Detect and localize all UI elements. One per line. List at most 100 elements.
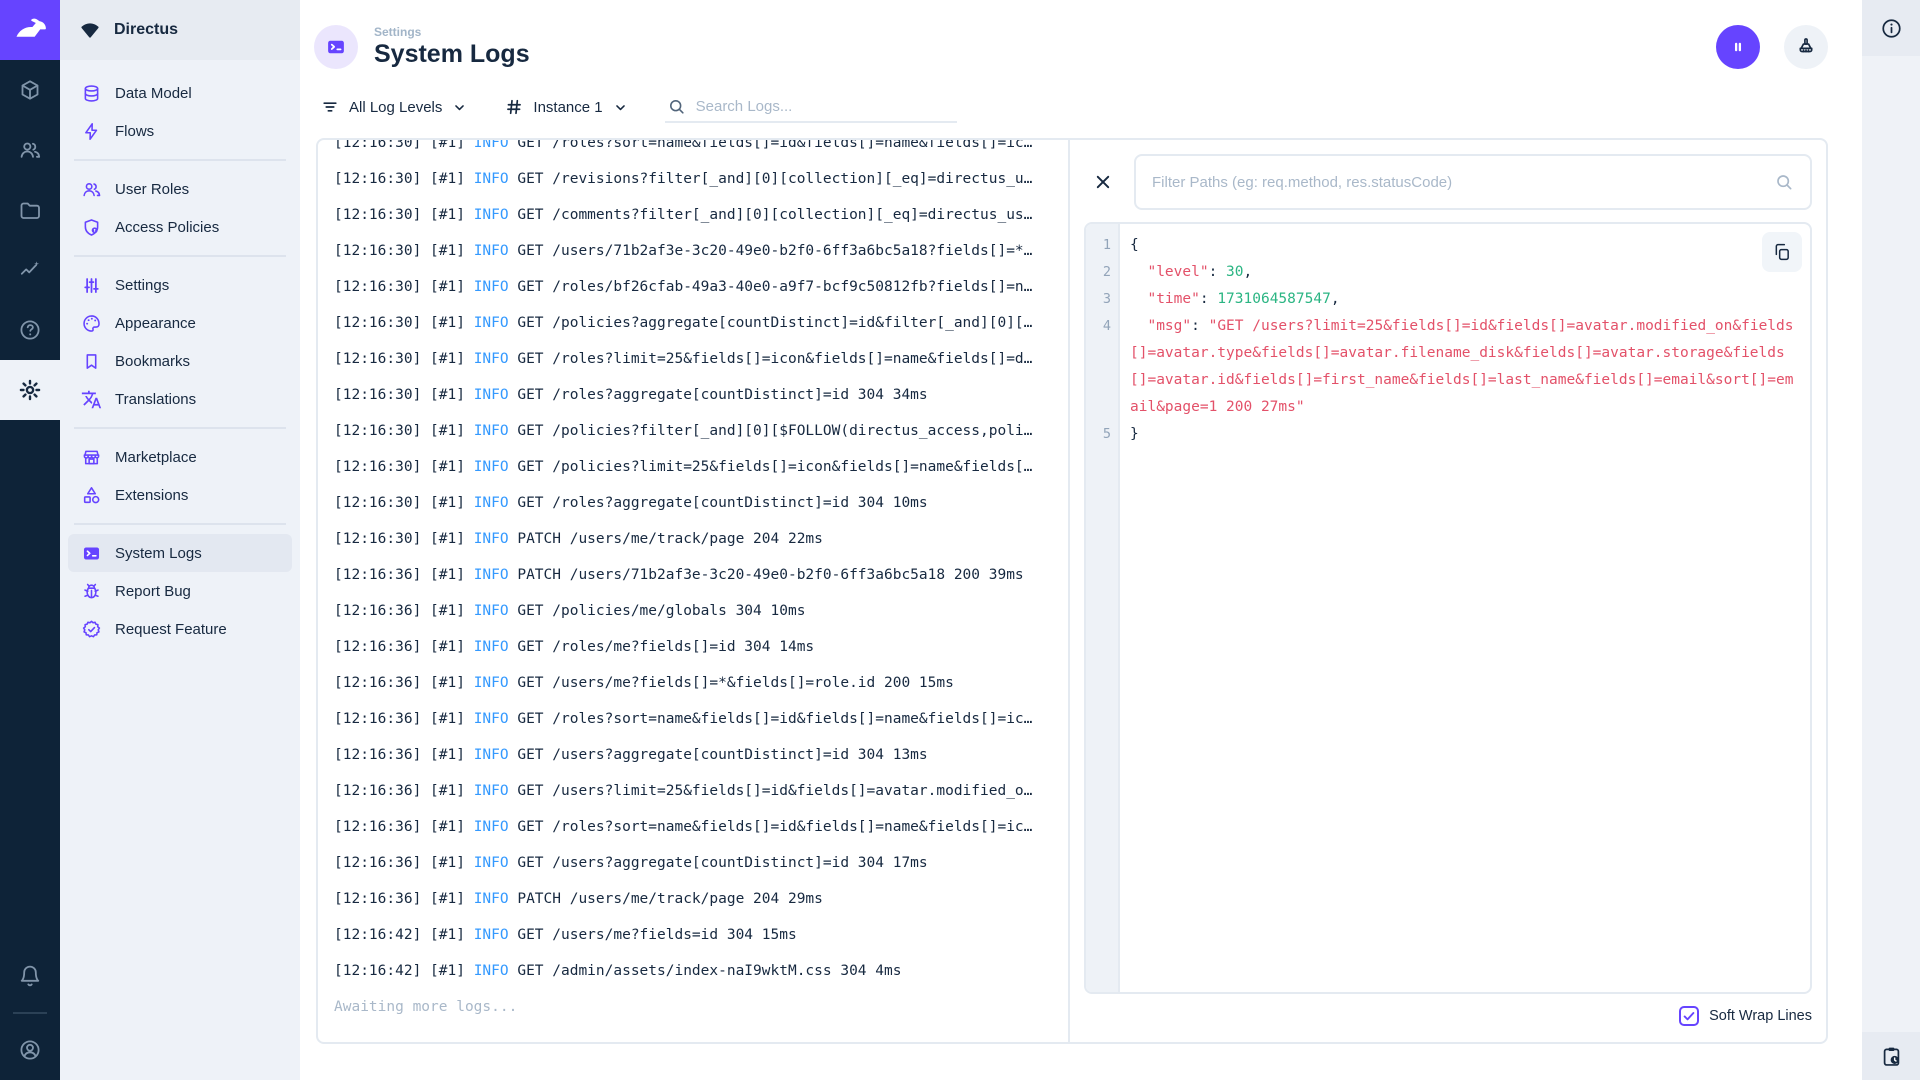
help-icon xyxy=(18,318,42,342)
log-level: INFO xyxy=(473,387,509,403)
log-level: INFO xyxy=(473,819,509,835)
log-row[interactable]: [12:16:30] [#1] INFO GET /roles?limit=25… xyxy=(334,341,1052,377)
search-logs-input[interactable] xyxy=(695,97,955,115)
log-timestamp: [12:16:36] [#1] xyxy=(334,819,474,835)
filter-paths-input[interactable] xyxy=(1152,173,1764,191)
bug-icon xyxy=(80,581,102,602)
tune-icon xyxy=(80,275,102,296)
log-stream[interactable]: [12:16:30] [#1] INFO GET /roles?sort=nam… xyxy=(318,140,1068,1042)
module-button-users-module[interactable] xyxy=(0,120,60,180)
log-level: INFO xyxy=(473,459,509,475)
log-row[interactable]: [12:16:36] [#1] INFO GET /users/me?field… xyxy=(334,665,1052,701)
sidebar-item-data-model[interactable]: Data Model xyxy=(68,74,292,112)
log-row[interactable]: [12:16:36] [#1] INFO GET /roles/me?field… xyxy=(334,629,1052,665)
log-message: GET /roles/bf26cfab-49a3-40e0-a9f7-bcf9c… xyxy=(508,279,1033,295)
log-timestamp: [12:16:30] [#1] xyxy=(334,531,474,547)
instance-dropdown[interactable]: Instance 1 xyxy=(504,97,628,117)
rabbit-logo-icon xyxy=(12,12,48,48)
log-row[interactable]: [12:16:30] [#1] INFO GET /roles/bf26cfab… xyxy=(334,269,1052,305)
close-detail-button[interactable] xyxy=(1084,163,1122,201)
pause-logs-button[interactable] xyxy=(1716,25,1760,69)
users-icon xyxy=(18,138,42,162)
sidebar-item-settings[interactable]: Settings xyxy=(68,266,292,304)
log-row[interactable]: [12:16:42] [#1] INFO GET /users/me?field… xyxy=(334,917,1052,953)
log-row[interactable]: [12:16:36] [#1] INFO GET /policies/me/gl… xyxy=(334,593,1052,629)
chevron-down-icon xyxy=(612,99,629,116)
log-timestamp: [12:16:30] [#1] xyxy=(334,423,474,439)
log-message: GET /roles?sort=name&fields[]=id&fields[… xyxy=(508,711,1033,727)
log-row[interactable]: [12:16:30] [#1] INFO PATCH /users/me/tra… xyxy=(334,521,1052,557)
log-row[interactable]: [12:16:30] [#1] INFO GET /roles?sort=nam… xyxy=(334,140,1052,161)
sidebar-item-report-bug[interactable]: Report Bug xyxy=(68,572,292,610)
soft-wrap-checkbox[interactable] xyxy=(1679,1006,1700,1026)
module-button-insights-module[interactable] xyxy=(0,240,60,300)
log-row[interactable]: [12:16:42] [#1] INFO GET /admin/assets/i… xyxy=(334,953,1052,989)
breadcrumb[interactable]: Settings xyxy=(374,25,530,39)
broom-icon xyxy=(1795,36,1817,58)
log-level: INFO xyxy=(473,315,509,331)
settings-nav: Data Model Flows User Roles Access Policies… xyxy=(60,60,300,648)
log-row[interactable]: [12:16:30] [#1] INFO GET /policies?aggre… xyxy=(334,305,1052,341)
code-line: 1{ xyxy=(1086,232,1798,259)
account-button[interactable] xyxy=(0,1020,60,1080)
log-row[interactable]: [12:16:30] [#1] INFO GET /roles?aggregat… xyxy=(334,485,1052,521)
info-sidebar-button[interactable] xyxy=(1862,0,1920,56)
log-row[interactable]: [12:16:30] [#1] INFO GET /revisions?filt… xyxy=(334,161,1052,197)
sidebar-item-translations[interactable]: Translations xyxy=(68,380,292,418)
sidebar-item-flows[interactable]: Flows xyxy=(68,112,292,150)
copy-json-button[interactable] xyxy=(1762,232,1802,272)
log-row[interactable]: [12:16:36] [#1] INFO GET /users?aggregat… xyxy=(334,845,1052,881)
log-message: GET /roles?aggregate[countDistinct]=id 3… xyxy=(508,495,928,511)
directus-logo[interactable] xyxy=(0,0,60,60)
json-viewer[interactable]: 1{2 "level": 30, 3 "time": 1731064587547,… xyxy=(1084,222,1812,994)
log-timestamp: [12:16:36] [#1] xyxy=(334,855,474,871)
log-row[interactable]: [12:16:30] [#1] INFO GET /roles?aggregat… xyxy=(334,377,1052,413)
log-row[interactable]: [12:16:36] [#1] INFO PATCH /users/me/tra… xyxy=(334,881,1052,917)
log-row[interactable]: [12:16:36] [#1] INFO GET /roles?sort=nam… xyxy=(334,701,1052,737)
module-button-settings-module[interactable] xyxy=(0,360,60,420)
log-row[interactable]: [12:16:30] [#1] INFO GET /policies?filte… xyxy=(334,413,1052,449)
log-message: GET /roles/me?fields[]=id 304 14ms xyxy=(508,639,815,655)
sidebar-item-label: Request Feature xyxy=(115,620,227,638)
nav-divider xyxy=(74,159,286,161)
notifications-button[interactable] xyxy=(0,946,60,1006)
code-line-content: { xyxy=(1130,237,1139,253)
sidebar-item-access-policies[interactable]: Access Policies xyxy=(68,208,292,246)
sidebar-item-request-feature[interactable]: Request Feature xyxy=(68,610,292,648)
module-button-files-module[interactable] xyxy=(0,180,60,240)
log-level: INFO xyxy=(473,891,509,907)
log-message: GET /users?aggregate[countDistinct]=id 3… xyxy=(508,747,928,763)
database-icon xyxy=(80,83,102,104)
activity-sidebar-button[interactable] xyxy=(1862,1032,1920,1080)
gear-icon xyxy=(18,378,42,402)
log-row[interactable]: [12:16:30] [#1] INFO GET /users/71b2af3e… xyxy=(334,233,1052,269)
sidebar-item-label: Marketplace xyxy=(115,448,197,466)
sidebar-item-user-roles[interactable]: User Roles xyxy=(68,170,292,208)
sidebar-item-label: Settings xyxy=(115,276,170,294)
log-message: GET /revisions?filter[_and][0][collectio… xyxy=(508,171,1033,187)
module-rail xyxy=(0,0,60,1080)
sidebar-item-extensions[interactable]: Extensions xyxy=(68,476,292,514)
log-timestamp: [12:16:36] [#1] xyxy=(334,783,474,799)
sidebar-item-bookmarks[interactable]: Bookmarks xyxy=(68,342,292,380)
log-row[interactable]: [12:16:30] [#1] INFO GET /policies?limit… xyxy=(334,449,1052,485)
category-icon xyxy=(80,485,102,506)
sidebar-item-marketplace[interactable]: Marketplace xyxy=(68,438,292,476)
module-button-docs-module[interactable] xyxy=(0,300,60,360)
log-row[interactable]: [12:16:36] [#1] INFO GET /users?aggregat… xyxy=(334,737,1052,773)
module-buttons xyxy=(0,60,60,420)
log-row[interactable]: [12:16:36] [#1] INFO PATCH /users/71b2af… xyxy=(334,557,1052,593)
palette-icon xyxy=(80,313,102,334)
module-button-content-module[interactable] xyxy=(0,60,60,120)
sidebar-item-label: System Logs xyxy=(115,544,202,562)
log-row[interactable]: [12:16:36] [#1] INFO GET /users?limit=25… xyxy=(334,773,1052,809)
sidebar-item-appearance[interactable]: Appearance xyxy=(68,304,292,342)
log-row[interactable]: [12:16:36] [#1] INFO GET /roles?sort=nam… xyxy=(334,809,1052,845)
log-timestamp: [12:16:30] [#1] xyxy=(334,279,474,295)
sidebar-item-system-logs[interactable]: System Logs xyxy=(68,534,292,572)
insights-icon xyxy=(18,258,42,282)
log-row[interactable]: [12:16:30] [#1] INFO GET /comments?filte… xyxy=(334,197,1052,233)
project-header[interactable]: Directus xyxy=(60,0,300,60)
clear-logs-button[interactable] xyxy=(1784,25,1828,69)
log-level-dropdown[interactable]: All Log Levels xyxy=(320,97,468,117)
